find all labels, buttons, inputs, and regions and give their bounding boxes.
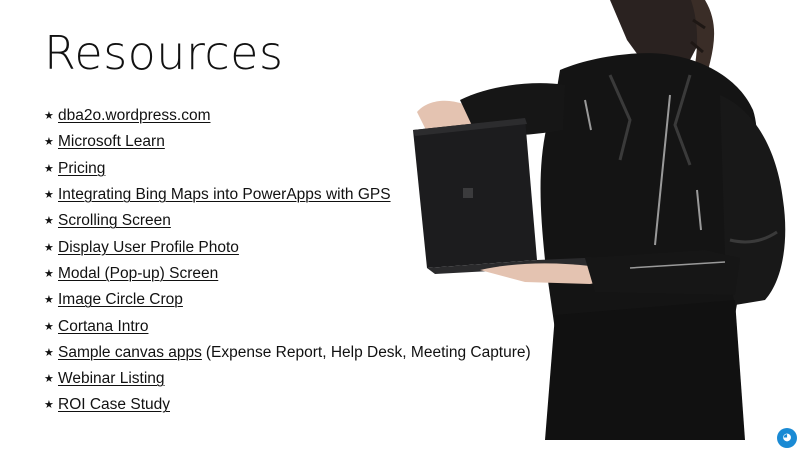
link-user-profile-photo[interactable]: Display User Profile Photo [58,235,239,261]
star-bullet-icon: ★ [44,320,54,333]
link-bing-maps-powerapps[interactable]: Integrating Bing Maps into PowerApps wit… [58,182,391,208]
star-bullet-icon: ★ [44,189,54,202]
star-bullet-icon: ★ [44,267,54,280]
link-dba2o-wordpress[interactable]: dba2o.wordpress.com [58,103,211,129]
link-roi-case-study[interactable]: ROI Case Study [58,392,170,418]
star-bullet-icon: ★ [44,346,54,359]
logo-badge-icon: ◕ [777,428,797,448]
link-modal-screen[interactable]: Modal (Pop-up) Screen [58,261,218,287]
star-bullet-icon: ★ [44,373,54,386]
link-webinar-listing[interactable]: Webinar Listing [58,366,165,392]
link-microsoft-learn[interactable]: Microsoft Learn [58,129,165,155]
link-image-circle-crop[interactable]: Image Circle Crop [58,287,183,313]
link-cortana-intro[interactable]: Cortana Intro [58,314,148,340]
star-bullet-icon: ★ [44,136,54,149]
star-bullet-icon: ★ [44,215,54,228]
link-pricing[interactable]: Pricing [58,156,105,182]
person-holding-laptop-image [413,0,786,440]
slide: Resources ★ dba2o.wordpress.com ★ Micros… [0,0,800,450]
slide-title: Resources [44,26,284,80]
star-bullet-icon: ★ [44,162,54,175]
star-bullet-icon: ★ [44,241,54,254]
star-bullet-icon: ★ [44,399,54,412]
link-sample-canvas-apps[interactable]: Sample canvas apps [58,340,202,366]
star-bullet-icon: ★ [44,294,54,307]
link-scrolling-screen[interactable]: Scrolling Screen [58,208,171,234]
star-bullet-icon: ★ [44,110,54,123]
